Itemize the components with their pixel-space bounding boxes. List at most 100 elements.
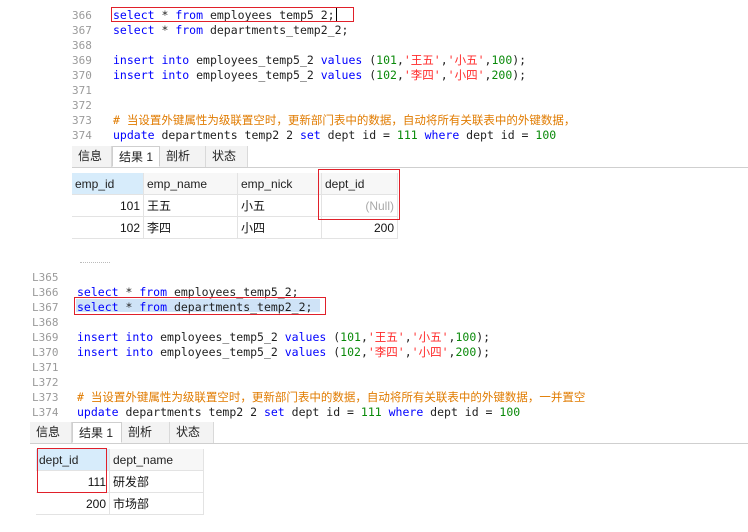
code-token: values bbox=[320, 53, 363, 67]
tab-profile[interactable]: 剖析 bbox=[160, 146, 206, 167]
code-token: dept id = bbox=[459, 128, 536, 142]
line-number: L374 bbox=[32, 406, 59, 419]
tab-result-1[interactable]: 结果 1 bbox=[112, 146, 160, 167]
code-token: , bbox=[404, 330, 412, 344]
dept-id-column-highlight-box bbox=[318, 169, 400, 220]
code-token: 102 bbox=[340, 345, 361, 359]
code-token: values bbox=[284, 330, 327, 344]
code-token: update bbox=[113, 128, 155, 142]
code-token: '李四' bbox=[367, 345, 405, 359]
code-token: 111 bbox=[396, 128, 418, 142]
line-number: L369 bbox=[32, 331, 59, 344]
code-token: dept id = bbox=[423, 405, 500, 419]
code-token: set bbox=[263, 405, 285, 419]
line-number: L373 bbox=[32, 391, 59, 404]
top-text-cursor bbox=[336, 8, 337, 21]
table-cell-dept-name[interactable]: 研发部 bbox=[110, 471, 204, 493]
tab-status[interactable]: 状态 bbox=[170, 422, 214, 443]
bottom-select-highlight-box bbox=[74, 297, 326, 315]
top-result-tabs: 信息 结果 1 剖析 状态 bbox=[72, 146, 748, 168]
code-token: , bbox=[396, 68, 404, 82]
table-cell-emp-name[interactable]: 王五 bbox=[144, 195, 238, 217]
top-select-highlight-box bbox=[111, 7, 354, 22]
code-token: into bbox=[161, 68, 190, 82]
tab-profile[interactable]: 剖析 bbox=[122, 422, 170, 443]
code-token: ); bbox=[512, 68, 527, 82]
table-cell-emp-nick[interactable]: 小五 bbox=[238, 195, 322, 217]
column-header-emp-nick[interactable]: emp_nick bbox=[238, 173, 322, 195]
code-token: '小四' bbox=[411, 345, 449, 359]
column-header-emp-name[interactable]: emp_name bbox=[144, 173, 238, 195]
code-token: 200 bbox=[491, 68, 513, 82]
code-token: insert bbox=[77, 345, 119, 359]
code-token: dept id = bbox=[284, 405, 361, 419]
code-token: select bbox=[113, 23, 155, 37]
table-cell-emp-nick[interactable]: 小四 bbox=[238, 217, 322, 239]
code-token: into bbox=[161, 53, 190, 67]
code-token: * bbox=[154, 23, 176, 37]
code-token: 102 bbox=[376, 68, 397, 82]
line-number: 374 bbox=[72, 129, 92, 142]
line-number: 371 bbox=[72, 84, 92, 97]
line-number: L366 bbox=[32, 286, 59, 299]
line-number: 372 bbox=[72, 99, 92, 112]
code-token: '小四' bbox=[447, 68, 485, 82]
code-token: # 当设置外键属性为级联置空时，更新部门表中的数据，自动将所有关联表中的外键数据… bbox=[77, 390, 586, 404]
bottom-result-tabs: 信息 结果 1 剖析 状态 bbox=[30, 422, 748, 444]
bottom-sql-editor[interactable]: L365 L366 select * from employees_temp5_2;… bbox=[0, 262, 748, 420]
code-token: 100 bbox=[499, 405, 521, 419]
line-number: L368 bbox=[32, 316, 59, 329]
line-number: L367 bbox=[32, 301, 59, 314]
code-token: values bbox=[320, 68, 363, 82]
code-token: into bbox=[125, 345, 154, 359]
code-token: 101 bbox=[376, 53, 397, 67]
code-token: , bbox=[440, 68, 448, 82]
table-cell-dept-id[interactable]: 200 bbox=[36, 493, 110, 515]
tab-status[interactable]: 状态 bbox=[206, 146, 248, 167]
table-cell-emp-id[interactable]: 101 bbox=[72, 195, 144, 217]
code-line[interactable]: # 当设置外键属性为级联置空时，更新部门表中的数据，自动将所有关联表中的外键数据… bbox=[113, 113, 575, 128]
table-cell-emp-id[interactable]: 102 bbox=[72, 217, 144, 239]
code-token: ( bbox=[326, 345, 341, 359]
code-token: insert bbox=[77, 330, 119, 344]
tab-result-1[interactable]: 结果 1 bbox=[72, 422, 122, 443]
code-line[interactable]: insert into employees_temp5_2 values (10… bbox=[113, 53, 526, 68]
column-header-dept-name[interactable]: dept_name bbox=[110, 449, 204, 471]
code-token: employees_temp5_2 bbox=[189, 53, 321, 67]
line-number: 366 bbox=[72, 9, 92, 22]
line-number: 368 bbox=[72, 39, 92, 52]
code-line[interactable]: update departments temp2 2 set dept id =… bbox=[77, 405, 520, 420]
table-cell-dept-id[interactable]: 200 bbox=[322, 217, 398, 239]
code-token: insert bbox=[113, 53, 155, 67]
dept-id-result-highlight-box bbox=[37, 448, 107, 493]
code-line[interactable]: # 当设置外键属性为级联置空时，更新部门表中的数据，自动将所有关联表中的外键数据… bbox=[77, 390, 585, 405]
code-token: values bbox=[284, 345, 327, 359]
tab-info[interactable]: 信息 bbox=[72, 146, 112, 167]
line-number: 373 bbox=[72, 114, 92, 127]
tab-info[interactable]: 信息 bbox=[30, 422, 72, 443]
code-token: 100 bbox=[535, 128, 557, 142]
code-line[interactable]: insert into employees_temp5_2 values (10… bbox=[77, 345, 490, 360]
code-token: employees_temp5_2 bbox=[153, 330, 285, 344]
code-line[interactable]: insert into employees_temp5_2 values (10… bbox=[113, 68, 526, 83]
code-line[interactable]: update departments temp2 2 set dept id =… bbox=[113, 128, 556, 143]
code-token: where bbox=[424, 128, 460, 142]
column-header-emp-id[interactable]: emp_id bbox=[72, 173, 144, 195]
table-cell-emp-name[interactable]: 李四 bbox=[144, 217, 238, 239]
code-token: 100 bbox=[491, 53, 513, 67]
line-number: L371 bbox=[32, 361, 59, 374]
code-token: 101 bbox=[340, 330, 361, 344]
table-cell-dept-name[interactable]: 市场部 bbox=[110, 493, 204, 515]
code-token: employees_temp5_2 bbox=[153, 345, 285, 359]
code-token: '李四' bbox=[403, 68, 441, 82]
code-line[interactable]: select * from departments_temp2_2; bbox=[113, 23, 348, 38]
code-token: dept id = bbox=[320, 128, 397, 142]
code-token: ); bbox=[476, 330, 491, 344]
code-token: employees_temp5_2 bbox=[189, 68, 321, 82]
line-number: L370 bbox=[32, 346, 59, 359]
code-line[interactable]: insert into employees_temp5_2 values (10… bbox=[77, 330, 490, 345]
line-number: 370 bbox=[72, 69, 92, 82]
line-number: L365 bbox=[32, 271, 59, 284]
